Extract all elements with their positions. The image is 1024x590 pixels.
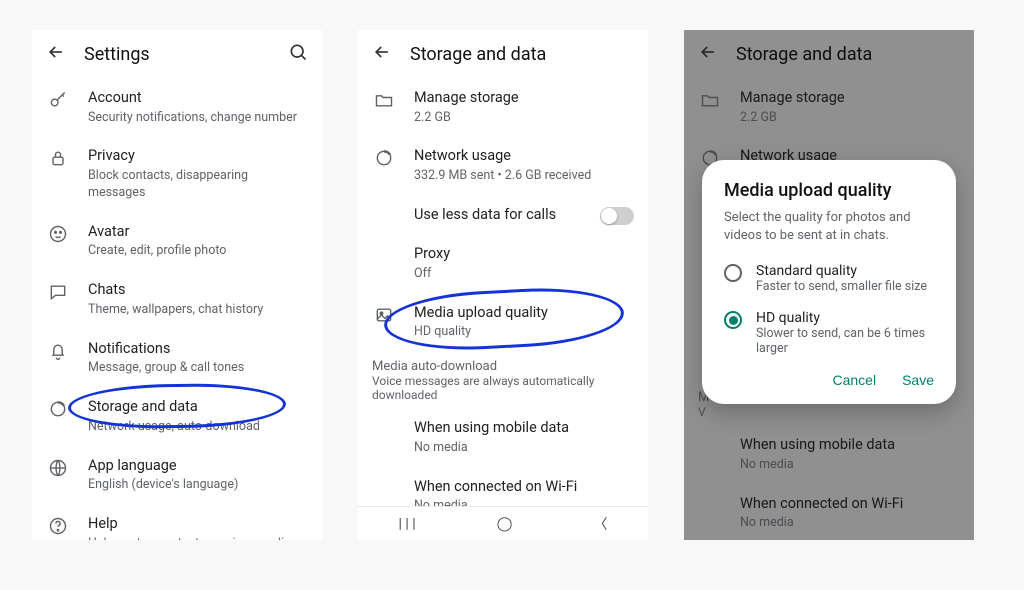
use-less-data-row[interactable]: Use less data for calls — [358, 195, 648, 235]
key-icon — [48, 90, 68, 114]
radio-option-standard[interactable]: Standard qualityFaster to send, smaller … — [724, 263, 934, 294]
settings-item-help[interactable]: HelpHelp centre, contact us, privacy pol… — [32, 504, 322, 540]
screenshot-settings: Settings AccountSecurity notifications, … — [32, 30, 322, 540]
settings-item-account[interactable]: AccountSecurity notifications, change nu… — [32, 78, 322, 136]
cancel-button[interactable]: Cancel — [832, 372, 876, 388]
mobile-data-row[interactable]: When using mobile dataNo media — [358, 408, 648, 466]
settings-item-notifications[interactable]: NotificationsMessage, group & call tones — [32, 329, 322, 387]
settings-item-language[interactable]: App languageEnglish (device's language) — [32, 446, 322, 504]
save-button[interactable]: Save — [902, 372, 934, 388]
screenshot-dialog: Storage and data Manage storage2.2 GB Ne… — [684, 30, 974, 540]
settings-item-avatar[interactable]: AvatarCreate, edit, profile photo — [32, 212, 322, 270]
bell-icon — [48, 341, 68, 365]
dialog-title: Media upload quality — [724, 180, 934, 201]
system-nav-bar: | | | ◯ 〈 — [358, 506, 648, 540]
settings-item-privacy[interactable]: PrivacyBlock contacts, disappearing mess… — [32, 136, 322, 211]
screen-title: Settings — [84, 44, 270, 65]
proxy-row[interactable]: ProxyOff — [358, 234, 648, 292]
radio-option-hd[interactable]: HD qualitySlower to send, can be 6 times… — [724, 310, 934, 356]
help-icon — [48, 516, 68, 540]
chat-icon — [48, 282, 68, 306]
screen-title: Storage and data — [410, 44, 634, 65]
manage-storage-row[interactable]: Manage storage2.2 GB — [358, 78, 648, 136]
face-icon — [48, 224, 68, 248]
recent-apps-button[interactable]: | | | — [399, 516, 416, 532]
screenshot-storage: Storage and data Manage storage2.2 GB Ne… — [358, 30, 648, 540]
radio-icon-selected — [724, 311, 742, 329]
back-button[interactable]: 〈 — [593, 514, 607, 534]
back-icon[interactable] — [372, 42, 392, 66]
folder-icon — [374, 90, 394, 114]
storage-list: Manage storage2.2 GB Network usage332.9 … — [358, 78, 648, 506]
lock-icon — [48, 148, 68, 172]
settings-item-chats[interactable]: ChatsTheme, wallpapers, chat history — [32, 270, 322, 328]
data-usage-icon — [48, 399, 68, 423]
image-icon — [374, 305, 394, 329]
data-usage-icon — [374, 148, 394, 172]
dialog-description: Select the quality for photos and videos… — [724, 209, 934, 245]
app-bar: Storage and data — [358, 30, 648, 78]
auto-download-header: Media auto-download — [358, 351, 648, 374]
app-bar: Settings — [32, 30, 322, 78]
home-button[interactable]: ◯ — [497, 516, 513, 532]
network-usage-row[interactable]: Network usage332.9 MB sent • 2.6 GB rece… — [358, 136, 648, 194]
globe-icon — [48, 458, 68, 482]
settings-item-storage[interactable]: Storage and dataNetwork usage, auto-down… — [32, 387, 322, 445]
search-icon[interactable] — [288, 42, 308, 66]
use-less-data-toggle[interactable] — [600, 207, 634, 225]
settings-list: AccountSecurity notifications, change nu… — [32, 78, 322, 540]
auto-download-desc: Voice messages are always automatically … — [358, 374, 648, 408]
media-upload-quality-row[interactable]: Media upload qualityHD quality — [358, 293, 648, 351]
radio-icon — [724, 264, 742, 282]
back-icon[interactable] — [46, 42, 66, 66]
media-quality-dialog: Media upload quality Select the quality … — [702, 160, 956, 404]
wifi-row[interactable]: When connected on Wi-FiNo media — [358, 467, 648, 506]
